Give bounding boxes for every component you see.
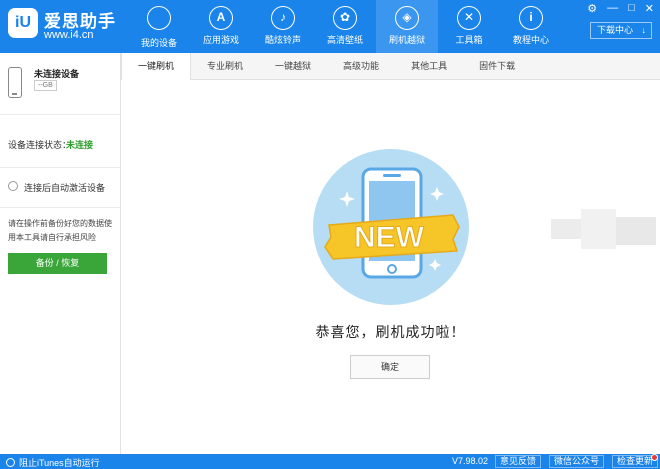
nav-label: 工具箱 [455, 35, 483, 45]
backup-restore-button[interactable]: 备份 / 恢复 [8, 253, 107, 274]
dropbox-icon: ◈ [395, 6, 419, 30]
auto-activate-radio[interactable] [8, 181, 18, 191]
feedback-button[interactable]: 意见反馈 [495, 455, 542, 468]
header-bar: iU 爱思助手 www.i4.cn 我的设备 A 应用游戏 ♪ 酷炫铃声 ✿ 高… [0, 0, 660, 53]
close-icon[interactable]: ✕ [645, 2, 654, 15]
connection-label: 设备连接状态： [8, 140, 72, 150]
backup-warning: 请在操作前备份好您的数据使用本工具请自行承担风险 [8, 219, 112, 242]
success-message: 恭喜您，刷机成功啦！ [315, 324, 466, 340]
pixelated-overlay [551, 209, 656, 254]
block-itunes-label: 阻止iTunes自动运行 [19, 458, 100, 468]
device-info: 未连接设备 --GB [0, 53, 120, 115]
nav-item-tutorials[interactable]: i 教程中心 [500, 0, 562, 53]
connection-status: 设备连接状态： 未连接 [0, 115, 120, 168]
nav-item-apps-games[interactable]: A 应用游戏 [190, 0, 252, 53]
confirm-button[interactable]: 确定 [350, 355, 430, 379]
auto-activate-label: 连接后自动激活设备 [24, 183, 106, 193]
toggle-circle-icon [6, 458, 15, 467]
window-controls: ⚙ — □ ✕ [587, 2, 654, 15]
nav-item-flash-jailbreak[interactable]: ◈ 刷机越狱 [376, 0, 438, 53]
i4-logo: iU [8, 8, 38, 38]
main-nav: 我的设备 A 应用游戏 ♪ 酷炫铃声 ✿ 高清壁纸 ◈ 刷机越狱 ✕ 工具箱 i… [128, 0, 562, 53]
device-capacity: --GB [34, 80, 57, 91]
info-icon: i [519, 6, 543, 30]
nav-item-toolbox[interactable]: ✕ 工具箱 [438, 0, 500, 53]
nav-item-ringtones[interactable]: ♪ 酷炫铃声 [252, 0, 314, 53]
bell-icon: ♪ [271, 6, 295, 30]
nav-label: 我的设备 [140, 38, 177, 48]
block-itunes-toggle[interactable]: 阻止iTunes自动运行 [6, 456, 100, 469]
flower-icon: ✿ [333, 6, 357, 30]
nav-label: 应用游戏 [202, 35, 239, 45]
device-name: 未连接设备 [34, 69, 80, 79]
main-content: NEW 恭喜您，刷机成功啦！ 确定 [121, 80, 660, 454]
tab-pro-flash[interactable]: 专业刷机 [191, 53, 259, 80]
download-arrow-icon: ↓ [641, 25, 647, 35]
version-label: V7.98.02 [452, 456, 489, 466]
maximize-icon[interactable]: □ [628, 2, 635, 15]
apple-icon [147, 6, 171, 30]
phone-icon [8, 67, 22, 98]
new-badge-text: NEW [354, 221, 425, 254]
success-illustration: NEW [313, 149, 469, 305]
settings-icon[interactable]: ⚙ [587, 2, 597, 15]
tab-one-click-jailbreak[interactable]: 一键越狱 [259, 53, 327, 80]
minimize-icon[interactable]: — [607, 2, 618, 15]
tab-other-tools[interactable]: 其他工具 [395, 53, 463, 80]
nav-item-wallpapers[interactable]: ✿ 高清壁纸 [314, 0, 376, 53]
connection-value: 未连接 [66, 140, 94, 150]
status-bar: 阻止iTunes自动运行 V7.98.02 意见反馈 微信公众号 检查更新 [0, 454, 660, 469]
tools-icon: ✕ [457, 6, 481, 30]
phone-speaker [383, 174, 401, 177]
nav-label: 高清壁纸 [326, 35, 363, 45]
download-center-label: 下载中心 [597, 25, 634, 35]
update-notification-dot [651, 454, 658, 461]
sidebar: 未连接设备 --GB 设备连接状态： 未连接 连接后自动激活设备 请在操作前备份… [0, 53, 121, 454]
tab-one-click-flash[interactable]: 一键刷机 [121, 53, 192, 81]
download-center-button[interactable]: 下载中心 ↓ [590, 22, 652, 39]
nav-label: 刷机越狱 [388, 35, 425, 45]
nav-item-my-device[interactable]: 我的设备 [128, 0, 190, 53]
tab-firmware-download[interactable]: 固件下载 [463, 53, 531, 80]
nav-label: 教程中心 [512, 35, 549, 45]
tab-advanced[interactable]: 高级功能 [327, 53, 395, 80]
nav-label: 酷炫铃声 [264, 35, 301, 45]
wechat-button[interactable]: 微信公众号 [549, 455, 605, 468]
app-store-icon: A [209, 6, 233, 30]
brand-url: www.i4.cn [44, 29, 94, 41]
flash-tabs: 一键刷机 专业刷机 一键越狱 高级功能 其他工具 固件下载 [121, 53, 660, 81]
auto-activate-option[interactable]: 连接后自动激活设备 [0, 168, 120, 208]
